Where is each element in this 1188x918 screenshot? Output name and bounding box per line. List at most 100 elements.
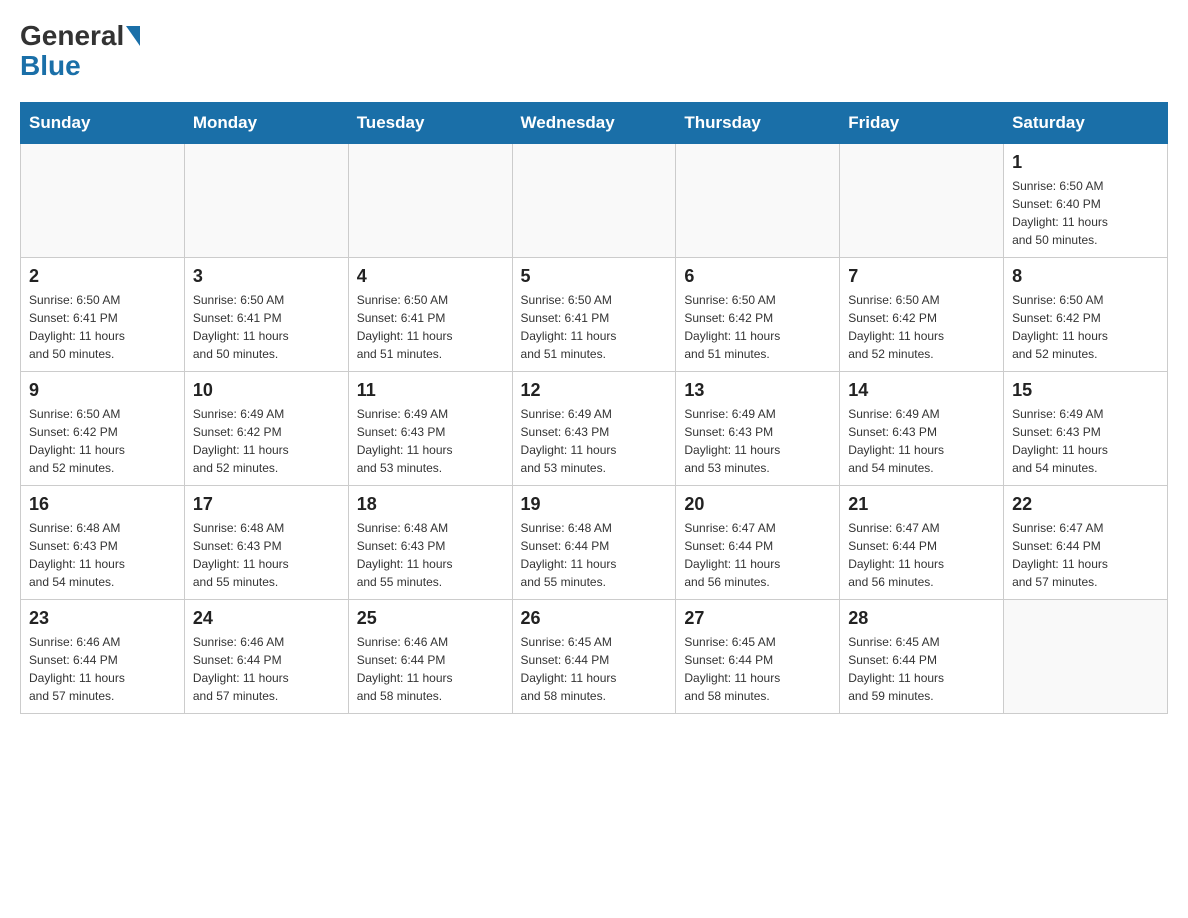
day-info: Sunrise: 6:45 AM Sunset: 6:44 PM Dayligh… — [684, 633, 831, 705]
day-of-week-header: Friday — [840, 103, 1004, 144]
calendar-cell: 19Sunrise: 6:48 AM Sunset: 6:44 PM Dayli… — [512, 486, 676, 600]
day-number: 13 — [684, 380, 831, 401]
day-number: 9 — [29, 380, 176, 401]
calendar-week-row: 9 Sunrise: 6:50 AM Sunset: 6:42 PM Daylig… — [21, 372, 1168, 486]
logo: General Blue — [20, 20, 142, 82]
day-number: 8 — [1012, 266, 1159, 287]
day-number: 7 — [848, 266, 995, 287]
calendar-cell: 20 Sunrise: 6:47 AM Sunset: 6:44 PM Dayli… — [676, 486, 840, 600]
logo-blue-text: Blue — [20, 50, 81, 82]
calendar-cell: 22 Sunrise: 6:47 AM Sunset: 6:44 PM Dayli… — [1004, 486, 1168, 600]
calendar-cell: 17 Sunrise: 6:48 AM Sunset: 6:43 PM Dayli… — [184, 486, 348, 600]
calendar-cell: 4 Sunrise: 6:50 AM Sunset: 6:41 PM Daylig… — [348, 258, 512, 372]
calendar-cell: 21 Sunrise: 6:47 AM Sunset: 6:44 PM Dayli… — [840, 486, 1004, 600]
calendar-cell: 27Sunrise: 6:45 AM Sunset: 6:44 PM Dayli… — [676, 600, 840, 714]
day-info: Sunrise: 6:48 AM Sunset: 6:43 PM Dayligh… — [357, 519, 504, 591]
calendar-cell: 6 Sunrise: 6:50 AM Sunset: 6:42 PM Daylig… — [676, 258, 840, 372]
calendar-cell: 3 Sunrise: 6:50 AM Sunset: 6:41 PM Daylig… — [184, 258, 348, 372]
calendar-cell: 7 Sunrise: 6:50 AM Sunset: 6:42 PM Daylig… — [840, 258, 1004, 372]
day-of-week-header: Sunday — [21, 103, 185, 144]
day-info: Sunrise: 6:47 AM Sunset: 6:44 PM Dayligh… — [848, 519, 995, 591]
day-info: Sunrise: 6:49 AM Sunset: 6:43 PM Dayligh… — [357, 405, 504, 477]
day-number: 26 — [521, 608, 668, 629]
day-info: Sunrise: 6:49 AM Sunset: 6:42 PM Dayligh… — [193, 405, 340, 477]
day-info: Sunrise: 6:48 AM Sunset: 6:43 PM Dayligh… — [193, 519, 340, 591]
day-info: Sunrise: 6:47 AM Sunset: 6:44 PM Dayligh… — [1012, 519, 1159, 591]
calendar-cell: 18 Sunrise: 6:48 AM Sunset: 6:43 PM Dayli… — [348, 486, 512, 600]
calendar-week-row: 23 Sunrise: 6:46 AM Sunset: 6:44 PM Dayli… — [21, 600, 1168, 714]
day-info: Sunrise: 6:46 AM Sunset: 6:44 PM Dayligh… — [29, 633, 176, 705]
calendar-cell — [348, 144, 512, 258]
page-header: General Blue — [20, 20, 1168, 82]
calendar-header-row: SundayMondayTuesdayWednesdayThursdayFrid… — [21, 103, 1168, 144]
calendar-cell — [676, 144, 840, 258]
day-info: Sunrise: 6:50 AM Sunset: 6:41 PM Dayligh… — [193, 291, 340, 363]
day-number: 2 — [29, 266, 176, 287]
day-number: 4 — [357, 266, 504, 287]
day-number: 15 — [1012, 380, 1159, 401]
day-number: 23 — [29, 608, 176, 629]
calendar-cell: 24 Sunrise: 6:46 AM Sunset: 6:44 PM Dayli… — [184, 600, 348, 714]
day-number: 22 — [1012, 494, 1159, 515]
day-number: 21 — [848, 494, 995, 515]
day-info: Sunrise: 6:50 AM Sunset: 6:41 PM Dayligh… — [357, 291, 504, 363]
calendar-cell — [840, 144, 1004, 258]
calendar-cell: 11 Sunrise: 6:49 AM Sunset: 6:43 PM Dayli… — [348, 372, 512, 486]
day-info: Sunrise: 6:50 AM Sunset: 6:42 PM Dayligh… — [848, 291, 995, 363]
day-number: 1 — [1012, 152, 1159, 173]
day-info: Sunrise: 6:46 AM Sunset: 6:44 PM Dayligh… — [357, 633, 504, 705]
day-info: Sunrise: 6:45 AM Sunset: 6:44 PM Dayligh… — [521, 633, 668, 705]
calendar-cell: 10Sunrise: 6:49 AM Sunset: 6:42 PM Dayli… — [184, 372, 348, 486]
day-info: Sunrise: 6:50 AM Sunset: 6:42 PM Dayligh… — [684, 291, 831, 363]
day-number: 3 — [193, 266, 340, 287]
day-of-week-header: Wednesday — [512, 103, 676, 144]
calendar-cell — [184, 144, 348, 258]
calendar-cell: 9 Sunrise: 6:50 AM Sunset: 6:42 PM Daylig… — [21, 372, 185, 486]
day-number: 14 — [848, 380, 995, 401]
day-info: Sunrise: 6:50 AM Sunset: 6:42 PM Dayligh… — [29, 405, 176, 477]
calendar-cell: 26 Sunrise: 6:45 AM Sunset: 6:44 PM Dayli… — [512, 600, 676, 714]
day-number: 20 — [684, 494, 831, 515]
day-number: 24 — [193, 608, 340, 629]
calendar-cell: 14Sunrise: 6:49 AM Sunset: 6:43 PM Dayli… — [840, 372, 1004, 486]
day-number: 25 — [357, 608, 504, 629]
day-info: Sunrise: 6:49 AM Sunset: 6:43 PM Dayligh… — [684, 405, 831, 477]
day-of-week-header: Monday — [184, 103, 348, 144]
calendar-cell: 23 Sunrise: 6:46 AM Sunset: 6:44 PM Dayli… — [21, 600, 185, 714]
day-info: Sunrise: 6:48 AM Sunset: 6:43 PM Dayligh… — [29, 519, 176, 591]
calendar-cell: 2 Sunrise: 6:50 AM Sunset: 6:41 PM Daylig… — [21, 258, 185, 372]
day-number: 17 — [193, 494, 340, 515]
calendar-table: SundayMondayTuesdayWednesdayThursdayFrid… — [20, 102, 1168, 714]
day-number: 16 — [29, 494, 176, 515]
calendar-cell: 1 Sunrise: 6:50 AM Sunset: 6:40 PM Daylig… — [1004, 144, 1168, 258]
day-number: 6 — [684, 266, 831, 287]
day-info: Sunrise: 6:46 AM Sunset: 6:44 PM Dayligh… — [193, 633, 340, 705]
day-info: Sunrise: 6:50 AM Sunset: 6:40 PM Dayligh… — [1012, 177, 1159, 249]
logo-general-text: General — [20, 20, 124, 52]
day-info: Sunrise: 6:50 AM Sunset: 6:41 PM Dayligh… — [29, 291, 176, 363]
calendar-week-row: 1 Sunrise: 6:50 AM Sunset: 6:40 PM Daylig… — [21, 144, 1168, 258]
day-number: 11 — [357, 380, 504, 401]
calendar-cell: 8Sunrise: 6:50 AM Sunset: 6:42 PM Daylig… — [1004, 258, 1168, 372]
day-info: Sunrise: 6:45 AM Sunset: 6:44 PM Dayligh… — [848, 633, 995, 705]
logo-triangle-icon — [126, 26, 140, 46]
calendar-cell: 12 Sunrise: 6:49 AM Sunset: 6:43 PM Dayli… — [512, 372, 676, 486]
calendar-cell: 25 Sunrise: 6:46 AM Sunset: 6:44 PM Dayli… — [348, 600, 512, 714]
calendar-cell: 28 Sunrise: 6:45 AM Sunset: 6:44 PM Dayli… — [840, 600, 1004, 714]
day-number: 28 — [848, 608, 995, 629]
day-info: Sunrise: 6:48 AM Sunset: 6:44 PM Dayligh… — [521, 519, 668, 591]
calendar-cell: 5 Sunrise: 6:50 AM Sunset: 6:41 PM Daylig… — [512, 258, 676, 372]
day-number: 18 — [357, 494, 504, 515]
day-info: Sunrise: 6:49 AM Sunset: 6:43 PM Dayligh… — [521, 405, 668, 477]
calendar-cell: 13 Sunrise: 6:49 AM Sunset: 6:43 PM Dayli… — [676, 372, 840, 486]
calendar-cell — [1004, 600, 1168, 714]
day-of-week-header: Tuesday — [348, 103, 512, 144]
calendar-week-row: 2 Sunrise: 6:50 AM Sunset: 6:41 PM Daylig… — [21, 258, 1168, 372]
day-number: 12 — [521, 380, 668, 401]
calendar-cell: 15Sunrise: 6:49 AM Sunset: 6:43 PM Dayli… — [1004, 372, 1168, 486]
calendar-cell — [512, 144, 676, 258]
day-info: Sunrise: 6:47 AM Sunset: 6:44 PM Dayligh… — [684, 519, 831, 591]
day-info: Sunrise: 6:50 AM Sunset: 6:41 PM Dayligh… — [521, 291, 668, 363]
calendar-cell — [21, 144, 185, 258]
day-number: 5 — [521, 266, 668, 287]
